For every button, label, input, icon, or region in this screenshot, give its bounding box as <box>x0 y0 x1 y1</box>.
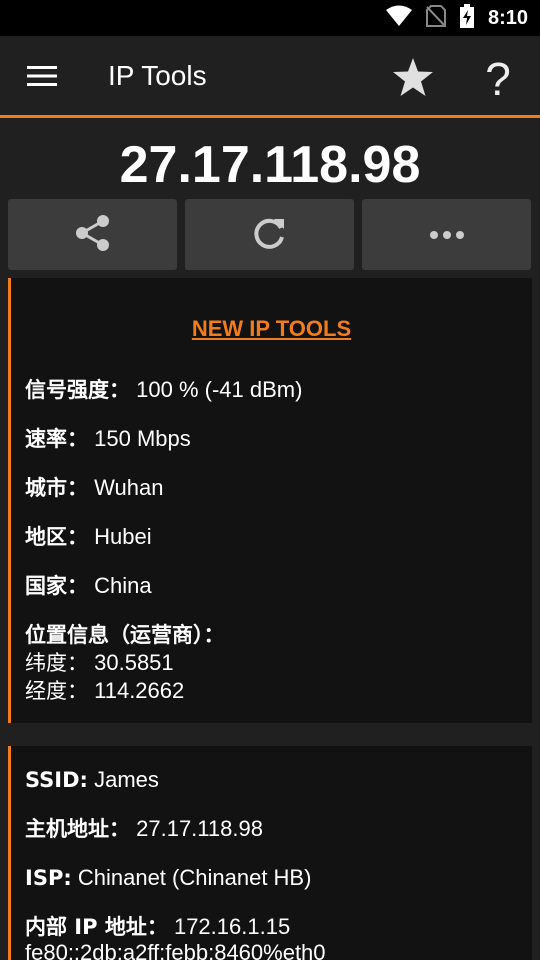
menu-button[interactable] <box>20 58 64 98</box>
ssid-value: James <box>94 767 159 792</box>
host-row: 主机地址： 27.17.118.98 <box>25 815 263 843</box>
ipv6-value: fe80::2db:a2ff:febb:8460%eth0 <box>25 940 326 960</box>
app-bar: IP Tools ? <box>0 36 540 118</box>
ip-address-display: 27.17.118.98 <box>119 136 421 194</box>
star-icon <box>393 58 433 100</box>
refresh-icon <box>250 213 290 257</box>
isp-row: ISP: Chinanet (Chinanet HB) <box>25 864 311 892</box>
signal-label: 信号强度： <box>25 378 130 402</box>
network-info-card: NEW IP TOOLS 信号强度： 100 % (-41 dBm) 速率： 1… <box>8 278 532 723</box>
ssid-row: SSID: James <box>25 766 159 794</box>
latitude-value: 30.5851 <box>94 650 174 675</box>
speed-row: 速率： 150 Mbps <box>25 425 191 453</box>
favorite-button[interactable] <box>390 56 436 102</box>
city-value: Wuhan <box>94 475 164 500</box>
signal-value: 100 % (-41 dBm) <box>136 377 303 402</box>
host-value: 27.17.118.98 <box>136 816 263 841</box>
isp-value: Chinanet (Chinanet HB) <box>77 865 312 890</box>
country-label: 国家： <box>25 574 88 598</box>
more-icon <box>429 225 465 244</box>
app-title: IP Tools <box>108 60 207 91</box>
longitude-row: 经度： 114.2662 <box>25 677 184 705</box>
new-ip-tools-link[interactable]: NEW IP TOOLS <box>11 316 532 342</box>
longitude-label: 经度： <box>25 679 88 703</box>
share-icon <box>73 213 113 257</box>
longitude-value: 114.2662 <box>94 678 185 703</box>
battery-charging-icon <box>459 4 474 32</box>
latitude-row: 纬度： 30.5851 <box>25 649 174 677</box>
internal-ip-label: 内部 IP 地址： <box>25 915 168 939</box>
clock-time: 8:10 <box>487 6 528 29</box>
latitude-label: 纬度： <box>25 651 88 675</box>
ssid-label: SSID: <box>25 768 88 792</box>
country-value: China <box>94 573 152 598</box>
location-row: 位置信息（运营商）： <box>25 621 225 649</box>
internal-ip-row: 内部 IP 地址： 172.16.1.15 <box>25 913 290 941</box>
region-label: 地区： <box>25 525 88 549</box>
region-value: Hubei <box>94 524 152 549</box>
share-button[interactable] <box>8 199 177 270</box>
signal-row: 信号强度： 100 % (-41 dBm) <box>25 376 302 404</box>
connection-info-card: SSID: James 主机地址： 27.17.118.98 ISP: Chin… <box>8 746 532 960</box>
city-row: 城市： Wuhan <box>25 474 163 502</box>
refresh-button[interactable] <box>185 199 354 270</box>
city-label: 城市： <box>25 476 88 500</box>
no-sim-icon <box>425 5 446 31</box>
isp-label: ISP: <box>25 866 72 890</box>
host-label: 主机地址： <box>25 817 130 841</box>
location-label: 位置信息（运营商）： <box>25 623 225 647</box>
internal-ip-value: 172.16.1.15 <box>173 914 291 939</box>
ipv6-row: fe80::2db:a2ff:febb:8460%eth0 <box>25 939 326 960</box>
menu-icon <box>27 65 57 91</box>
status-bar: 8:10 <box>0 0 540 36</box>
country-row: 国家： China <box>25 572 152 600</box>
wifi-icon <box>385 5 412 31</box>
speed-value: 150 Mbps <box>94 426 191 451</box>
status-icons: 8:10 <box>385 0 528 36</box>
more-button[interactable] <box>362 199 531 270</box>
help-button[interactable]: ? <box>474 52 522 106</box>
speed-label: 速率： <box>25 427 88 451</box>
region-row: 地区： Hubei <box>25 523 152 551</box>
